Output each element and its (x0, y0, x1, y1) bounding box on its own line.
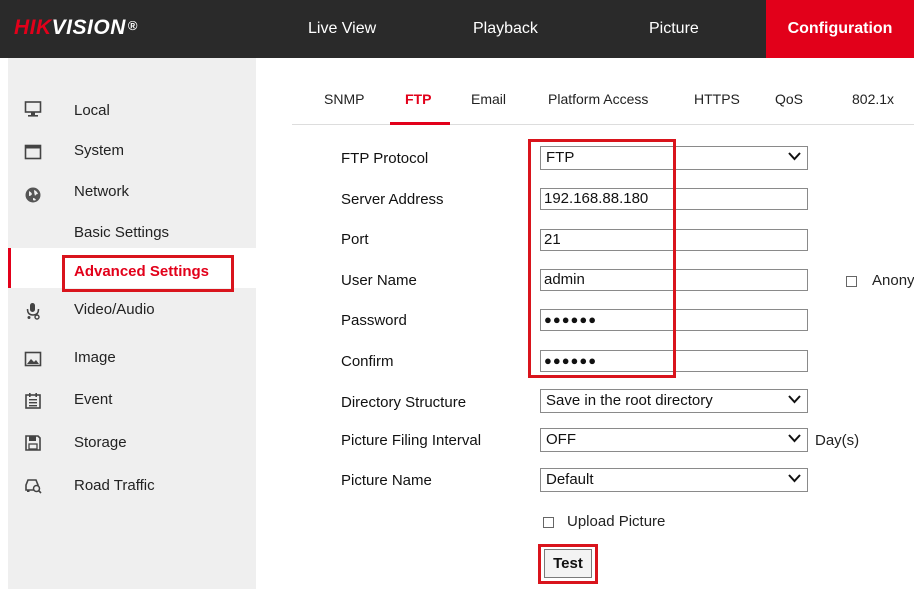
sidebar: Local System Network Basic Settings Adva… (8, 58, 256, 589)
sidebar-item-label: System (74, 142, 125, 159)
directory-structure-label: Directory Structure (341, 394, 467, 411)
sidebar-item-label: Local (74, 102, 110, 119)
tab-8021x[interactable]: 802.1x (852, 91, 894, 107)
sidebar-item-advanced-settings-label: Advanced Settings (74, 263, 210, 280)
tab-https[interactable]: HTTPS (694, 91, 740, 107)
sidebar-item-event[interactable]: Event (8, 382, 256, 422)
sidebar-item-image[interactable]: Image (8, 340, 256, 380)
tab-platform-access[interactable]: Platform Access (548, 91, 648, 107)
sidebar-item-video-audio[interactable]: Video/Audio (8, 296, 256, 336)
test-button[interactable]: Test (544, 549, 592, 578)
nav-playback[interactable]: Playback (473, 0, 538, 58)
sidebar-item-label: Image (74, 349, 116, 366)
window-icon (24, 144, 42, 160)
tab-snmp[interactable]: SNMP (324, 91, 364, 107)
sidebar-item-local[interactable]: Local (8, 92, 256, 132)
floppy-icon (25, 435, 41, 451)
active-indicator (8, 248, 11, 288)
microphone-icon (26, 303, 40, 320)
upload-picture-label: Upload Picture (567, 513, 666, 530)
nav-picture[interactable]: Picture (649, 0, 699, 58)
user-name-label: User Name (341, 272, 417, 289)
sidebar-item-network[interactable]: Network (8, 178, 256, 218)
chevron-down-icon (788, 152, 801, 161)
calendar-icon (25, 393, 41, 409)
tab-qos[interactable]: QoS (775, 91, 803, 107)
top-navigation-bar: HIKVISION ® Live View Playback Picture Co… (0, 0, 914, 58)
server-address-label: Server Address (341, 191, 444, 208)
sidebar-item-road-traffic[interactable]: Road Traffic (8, 466, 256, 506)
hikvision-logo: HIKVISION ® (14, 16, 138, 39)
picture-filing-interval-label: Picture Filing Interval (341, 432, 482, 449)
image-icon (24, 351, 42, 367)
days-unit-label: Day(s) (815, 432, 860, 449)
picture-name-label: Picture Name (341, 472, 432, 489)
chevron-down-icon (788, 474, 801, 483)
anonymous-checkbox[interactable] (846, 276, 857, 287)
directory-structure-value: Save in the root directory (546, 392, 713, 409)
monitor-icon (24, 101, 42, 117)
active-tab-indicator (390, 122, 450, 125)
anonymous-label: Anony (872, 272, 914, 289)
upload-picture-checkbox[interactable] (543, 517, 554, 528)
password-label: Password (341, 312, 407, 329)
sidebar-item-label: Road Traffic (74, 477, 155, 494)
nav-configuration[interactable]: Configuration (766, 0, 914, 58)
sidebar-item-label: Video/Audio (74, 301, 155, 318)
ftp-protocol-label: FTP Protocol (341, 150, 429, 167)
chevron-down-icon (788, 434, 801, 443)
globe-icon (25, 187, 41, 203)
picture-filing-interval-value: OFF (546, 431, 576, 448)
car-camera-icon (25, 479, 42, 494)
tab-ftp[interactable]: FTP (405, 91, 431, 107)
nav-live-view[interactable]: Live View (308, 0, 376, 58)
chevron-down-icon (788, 395, 801, 404)
highlight-annotation (528, 139, 676, 378)
sidebar-item-basic-settings[interactable]: Basic Settings (74, 224, 169, 241)
sidebar-item-system[interactable]: System (8, 135, 256, 175)
tab-divider (292, 124, 914, 125)
port-label: Port (341, 231, 369, 248)
sidebar-item-label: Event (74, 391, 113, 408)
picture-name-select[interactable]: Default (540, 468, 808, 492)
sidebar-item-storage[interactable]: Storage (8, 424, 256, 464)
sidebar-item-label: Storage (74, 434, 127, 451)
picture-name-value: Default (546, 471, 594, 488)
directory-structure-select[interactable]: Save in the root directory (540, 389, 808, 413)
picture-filing-interval-select[interactable]: OFF (540, 428, 808, 452)
confirm-label: Confirm (341, 353, 394, 370)
sidebar-item-label: Network (74, 183, 130, 200)
tab-email[interactable]: Email (471, 91, 506, 107)
